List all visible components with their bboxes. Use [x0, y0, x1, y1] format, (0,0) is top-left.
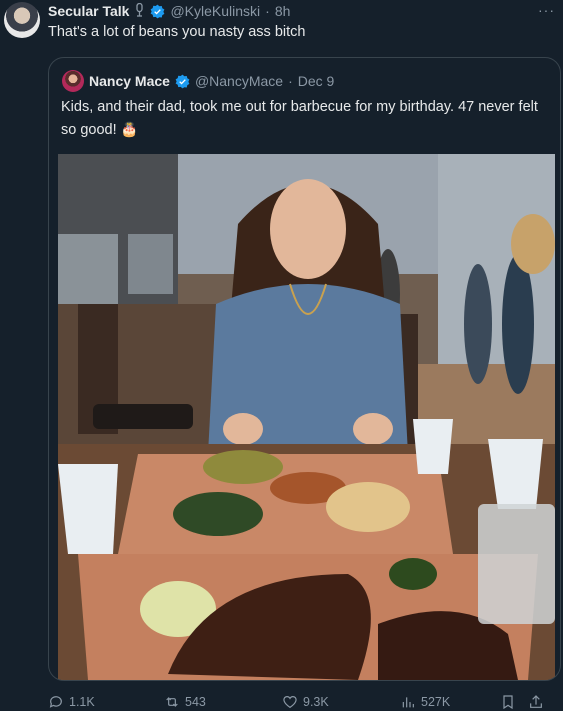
views-chart-icon	[402, 697, 414, 708]
separator-dot: ·	[265, 3, 270, 19]
tweet-header: Secular Talk @KyleKulinski · 8h	[48, 2, 290, 20]
heart-icon	[283, 696, 297, 709]
verified-badge-icon[interactable]	[175, 74, 190, 89]
bookmark-button[interactable]	[500, 694, 528, 710]
verified-badge-icon[interactable]	[150, 4, 165, 19]
more-options-icon[interactable]: ···	[538, 2, 555, 18]
handle[interactable]: @KyleKulinski	[170, 3, 260, 19]
quoted-avatar[interactable]	[62, 70, 84, 92]
quoted-date[interactable]: Dec 9	[298, 73, 335, 89]
quoted-display-name[interactable]: Nancy Mace	[89, 73, 170, 89]
quoted-tweet[interactable]: Nancy Mace @NancyMace · Dec 9 Kids, and …	[48, 57, 561, 681]
reply-button[interactable]: 1.1K	[48, 694, 164, 710]
tweet: Secular Talk @KyleKulinski · 8h ··· That…	[0, 0, 563, 711]
microphone-icon	[134, 2, 145, 20]
quoted-header: Nancy Mace @NancyMace · Dec 9	[89, 70, 334, 92]
reply-icon	[49, 696, 62, 708]
separator-dot: ·	[288, 73, 293, 89]
share-icon	[530, 695, 542, 708]
repost-count: 543	[185, 695, 206, 709]
display-name[interactable]: Secular Talk	[48, 3, 129, 19]
bookmark-icon	[503, 695, 513, 710]
birthday-cake-icon: 🎂	[120, 121, 139, 137]
like-button[interactable]: 9.3K	[282, 694, 400, 710]
avatar[interactable]	[4, 2, 40, 38]
photo-illustration	[58, 154, 555, 680]
repost-icon	[166, 697, 178, 707]
tweet-text: That's a lot of beans you nasty ass bitc…	[48, 24, 306, 40]
timestamp[interactable]: 8h	[275, 3, 291, 19]
quoted-text: Kids, and their dad, took me out for bar…	[61, 96, 551, 141]
views-count: 527K	[421, 695, 451, 709]
reply-count: 1.1K	[69, 695, 95, 709]
quoted-handle[interactable]: @NancyMace	[195, 73, 283, 89]
views-button[interactable]: 527K	[400, 694, 500, 710]
tweet-actions: 1.1K 543 9.3K 527K	[48, 693, 563, 711]
quoted-photo[interactable]	[58, 154, 555, 680]
repost-button[interactable]: 543	[164, 694, 282, 710]
like-count: 9.3K	[303, 695, 329, 709]
share-button[interactable]	[528, 694, 548, 710]
